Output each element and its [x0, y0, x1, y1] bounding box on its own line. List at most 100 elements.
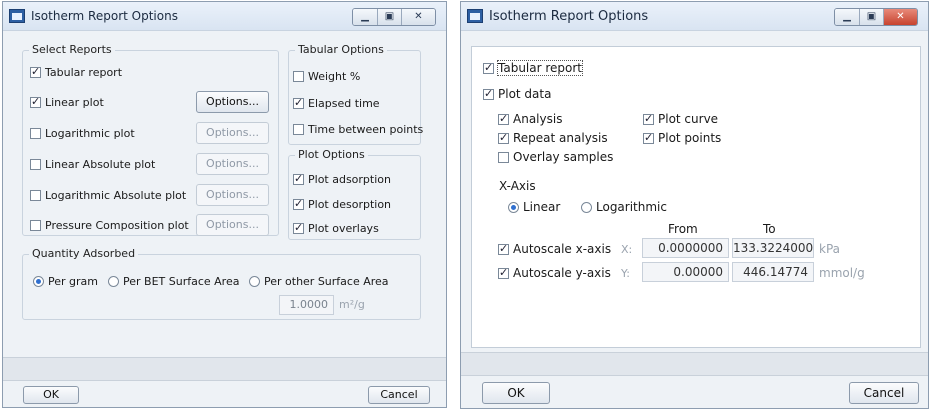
plot-adsorption-checkbox[interactable]: Plot adsorption: [293, 172, 391, 186]
radio-label: Per gram: [48, 275, 98, 288]
checkbox-label: Plot adsorption: [308, 173, 391, 186]
checkbox-box[interactable]: [293, 71, 304, 82]
checkbox-label: Overlay samples: [513, 150, 614, 164]
minimize-icon[interactable]: ▁: [835, 9, 859, 25]
select-reports-legend: Select Reports: [29, 43, 115, 56]
logarithmic-plot-options-button[interactable]: Options...: [196, 122, 269, 144]
linear-plot-options-button[interactable]: Options...: [196, 91, 269, 113]
checkbox-box[interactable]: [643, 131, 654, 144]
checkbox-label: Plot desorption: [308, 198, 392, 211]
window-title: Isotherm Report Options: [489, 9, 649, 24]
checkbox-label: Tabular report: [45, 66, 123, 79]
radio-dot[interactable]: [33, 276, 44, 287]
analysis-checkbox[interactable]: Analysis: [498, 112, 562, 126]
per-bet-surface-area-radio[interactable]: Per BET Surface Area: [108, 275, 239, 288]
checkbox-box[interactable]: [30, 128, 41, 139]
checkbox-box[interactable]: [498, 151, 509, 163]
logarithmic-radio[interactable]: Logarithmic: [581, 200, 667, 214]
checkbox-box[interactable]: [293, 197, 304, 210]
elapsed-time-checkbox[interactable]: Elapsed time: [293, 96, 380, 110]
x-axis-indicator: X:: [621, 243, 633, 256]
autoscale-x-axis-checkbox[interactable]: Autoscale x-axis: [498, 242, 611, 256]
x-from-field[interactable]: 0.0000000: [642, 238, 729, 258]
checkbox-label: Analysis: [513, 112, 563, 126]
maximize-icon[interactable]: ▣: [859, 9, 883, 25]
cancel-button[interactable]: Cancel: [849, 382, 919, 404]
plot-points-checkbox[interactable]: Plot points: [643, 131, 721, 145]
radio-dot[interactable]: [108, 276, 119, 287]
x-to-field[interactable]: 133.3224000: [732, 238, 814, 258]
checkbox-box[interactable]: [483, 61, 494, 74]
checkbox-box[interactable]: [498, 112, 509, 125]
weight-percent-checkbox[interactable]: Weight %: [293, 70, 360, 83]
close-icon[interactable]: ✕: [401, 9, 435, 25]
isotherm-report-options-window-right: Isotherm Report Options ▁ ▣ ✕ Tabular re…: [460, 1, 929, 409]
checkbox-label: Plot curve: [658, 112, 719, 126]
checkbox-box[interactable]: [293, 124, 304, 135]
maximize-icon[interactable]: ▣: [377, 9, 401, 25]
y-to-field[interactable]: 446.14774: [732, 262, 814, 282]
ok-button[interactable]: OK: [482, 382, 550, 404]
per-gram-radio[interactable]: Per gram: [33, 275, 98, 288]
from-column-header: From: [668, 222, 698, 236]
checkbox-box[interactable]: [30, 95, 41, 108]
checkbox-box[interactable]: [498, 131, 509, 144]
checkbox-label: Autoscale y-axis: [513, 266, 611, 280]
plot-overlays-checkbox[interactable]: Plot overlays: [293, 221, 379, 235]
cancel-button[interactable]: Cancel: [368, 386, 430, 404]
autoscale-y-axis-checkbox[interactable]: Autoscale y-axis: [498, 266, 611, 280]
surface-area-unit: m²/g: [339, 298, 365, 311]
overlay-samples-checkbox[interactable]: Overlay samples: [498, 150, 613, 164]
checkbox-box[interactable]: [293, 221, 304, 234]
time-between-points-checkbox[interactable]: Time between points: [293, 123, 423, 136]
surface-area-field[interactable]: 1.0000: [279, 295, 334, 315]
checkbox-box[interactable]: [293, 96, 304, 109]
tabular-report-checkbox[interactable]: Tabular report: [30, 65, 123, 79]
y-axis-indicator: Y:: [621, 267, 630, 280]
y-unit-label: mmol/g: [819, 266, 865, 280]
linear-absolute-plot-options-button[interactable]: Options...: [196, 153, 269, 175]
title-bar[interactable]: Isotherm Report Options ▁ ▣ ✕: [3, 2, 446, 31]
linear-radio[interactable]: Linear: [508, 200, 560, 214]
radio-dot[interactable]: [581, 201, 592, 213]
plot-data-checkbox[interactable]: Plot data: [483, 87, 551, 101]
checkbox-label: Elapsed time: [308, 97, 380, 110]
logarithmic-plot-checkbox[interactable]: Logarithmic plot: [30, 127, 135, 140]
to-column-header: To: [763, 222, 776, 236]
isotherm-report-options-window-left: Isotherm Report Options ▁ ▣ ✕ Select Rep…: [2, 1, 447, 408]
window-title: Isotherm Report Options: [31, 9, 178, 23]
window-controls: ▁ ▣ ✕: [352, 8, 436, 26]
checkbox-label: Pressure Composition plot: [45, 219, 189, 232]
y-from-field[interactable]: 0.00000: [642, 262, 729, 282]
repeat-analysis-checkbox[interactable]: Repeat analysis: [498, 131, 608, 145]
checkbox-box[interactable]: [483, 87, 494, 100]
logarithmic-absolute-plot-options-button[interactable]: Options...: [196, 184, 269, 206]
checkbox-box[interactable]: [30, 159, 41, 170]
close-icon[interactable]: ✕: [883, 9, 917, 25]
per-other-surface-area-radio[interactable]: Per other Surface Area: [249, 275, 389, 288]
checkbox-box[interactable]: [293, 172, 304, 185]
title-bar[interactable]: Isotherm Report Options ▁ ▣ ✕: [461, 2, 928, 31]
checkbox-label: Logarithmic Absolute plot: [45, 189, 187, 202]
checkbox-box[interactable]: [643, 112, 654, 125]
checkbox-box[interactable]: [498, 242, 509, 255]
ok-button[interactable]: OK: [23, 386, 79, 404]
checkbox-box[interactable]: [30, 65, 41, 78]
tabular-report-checkbox[interactable]: Tabular report: [483, 60, 584, 76]
quantity-adsorbed-legend: Quantity Adsorbed: [29, 247, 139, 260]
plot-curve-checkbox[interactable]: Plot curve: [643, 112, 718, 126]
checkbox-box[interactable]: [498, 266, 509, 279]
minimize-icon[interactable]: ▁: [353, 9, 377, 25]
radio-dot[interactable]: [508, 201, 519, 213]
linear-plot-checkbox[interactable]: Linear plot: [30, 95, 104, 109]
checkbox-box[interactable]: [30, 220, 41, 231]
radio-label: Linear: [523, 200, 561, 214]
logarithmic-absolute-plot-checkbox[interactable]: Logarithmic Absolute plot: [30, 189, 186, 202]
pressure-composition-plot-checkbox[interactable]: Pressure Composition plot: [30, 219, 189, 232]
radio-dot[interactable]: [249, 276, 260, 287]
linear-absolute-plot-checkbox[interactable]: Linear Absolute plot: [30, 158, 155, 171]
plot-desorption-checkbox[interactable]: Plot desorption: [293, 197, 392, 211]
pressure-composition-plot-options-button[interactable]: Options...: [196, 214, 269, 236]
checkbox-label: Linear plot: [45, 96, 104, 109]
checkbox-box[interactable]: [30, 190, 41, 201]
